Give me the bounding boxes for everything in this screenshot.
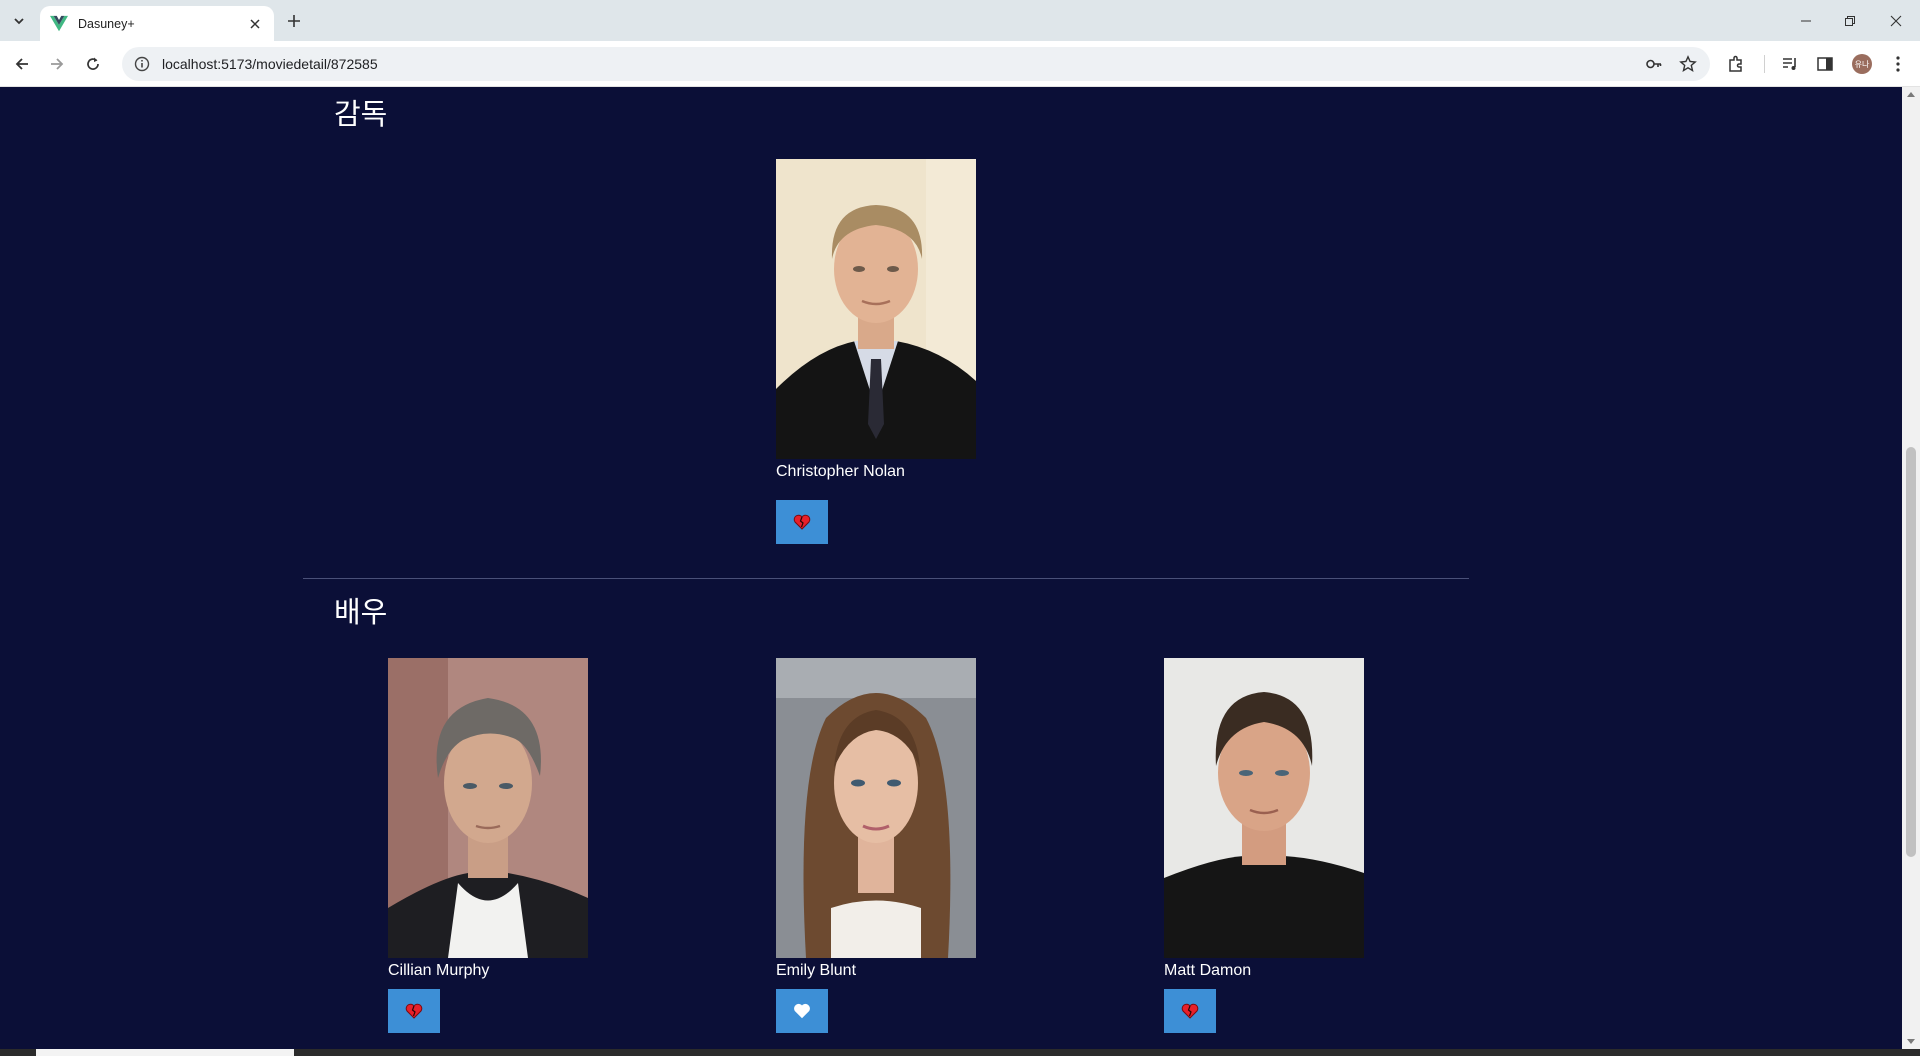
taskbar-strip xyxy=(0,1049,1920,1056)
url-text: localhost:5173/moviedetail/872585 xyxy=(162,56,378,72)
person-portrait-image xyxy=(776,658,976,958)
heart-outline-icon xyxy=(794,1004,810,1019)
actor-photo[interactable] xyxy=(1164,658,1364,958)
broken-heart-icon xyxy=(405,1003,423,1019)
broken-heart-icon xyxy=(1181,1003,1199,1019)
person-name: Cillian Murphy xyxy=(388,962,490,979)
person-name: Emily Blunt xyxy=(776,962,857,979)
browser-tab[interactable]: Dasuney+ xyxy=(40,6,274,41)
taskbar-item xyxy=(36,1049,294,1056)
site-info-icon[interactable] xyxy=(134,56,150,72)
vue-logo-icon xyxy=(50,15,68,31)
close-icon xyxy=(1890,15,1902,26)
like-button[interactable] xyxy=(776,989,828,1033)
like-button[interactable] xyxy=(388,989,440,1033)
tab-title: Dasuney+ xyxy=(78,16,135,31)
person-card-director[interactable]: Christopher Nolan xyxy=(776,159,976,544)
close-window-button[interactable] xyxy=(1872,0,1920,41)
plus-icon xyxy=(288,15,300,27)
back-button[interactable] xyxy=(8,50,36,78)
arrow-right-icon xyxy=(51,58,64,70)
actor-photo[interactable] xyxy=(776,658,976,958)
reload-icon xyxy=(87,57,99,70)
media-control-icon[interactable] xyxy=(1778,52,1802,76)
profile-avatar[interactable]: 유나 xyxy=(1852,54,1872,74)
person-card-actor[interactable]: Emily Blunt xyxy=(776,658,976,1033)
person-card-actor[interactable]: Matt Damon xyxy=(1164,658,1364,1033)
person-name: Christopher Nolan xyxy=(776,463,905,480)
scroll-down-arrow-icon[interactable] xyxy=(1907,1039,1915,1044)
password-key-icon[interactable] xyxy=(1642,52,1666,76)
new-tab-button[interactable] xyxy=(282,9,306,33)
side-panel-icon[interactable] xyxy=(1813,52,1837,76)
broken-heart-icon xyxy=(793,514,811,530)
tab-search-button[interactable] xyxy=(6,8,32,34)
directors-title: 감독 xyxy=(334,99,388,131)
minimize-button[interactable] xyxy=(1782,0,1830,41)
scrollbar-thumb[interactable] xyxy=(1906,447,1916,857)
page-content: 감독 Christopher Nolan 배우 Cillian Murphy E… xyxy=(0,87,1902,1049)
address-bar[interactable]: localhost:5173/moviedetail/872585 xyxy=(122,47,1710,81)
arrow-left-icon xyxy=(15,58,28,70)
scroll-up-arrow-icon[interactable] xyxy=(1907,92,1915,97)
bookmark-star-icon[interactable] xyxy=(1676,52,1700,76)
vertical-scrollbar[interactable] xyxy=(1902,87,1920,1049)
like-button[interactable] xyxy=(776,500,828,544)
director-photo[interactable] xyxy=(776,159,976,459)
toolbar-separator xyxy=(1764,55,1765,73)
restore-icon xyxy=(1845,15,1855,26)
section-divider xyxy=(303,578,1469,579)
reload-button[interactable] xyxy=(79,50,107,78)
person-portrait-image xyxy=(776,159,976,459)
close-tab-icon[interactable] xyxy=(246,15,264,33)
minimize-icon xyxy=(1801,20,1811,21)
chevron-down-icon xyxy=(14,18,24,25)
tab-bar: Dasuney+ xyxy=(0,0,1920,41)
person-portrait-image xyxy=(1164,658,1364,958)
extensions-icon[interactable] xyxy=(1724,52,1748,76)
restore-button[interactable] xyxy=(1826,0,1874,41)
actor-photo[interactable] xyxy=(388,658,588,958)
like-button[interactable] xyxy=(1164,989,1216,1033)
person-card-actor[interactable]: Cillian Murphy xyxy=(388,658,588,1033)
browser-toolbar: localhost:5173/moviedetail/872585 유나 xyxy=(0,41,1920,87)
person-portrait-image xyxy=(388,658,588,958)
forward-button[interactable] xyxy=(43,50,71,78)
actors-title: 배우 xyxy=(334,597,388,629)
more-menu-icon[interactable] xyxy=(1886,52,1910,76)
person-name: Matt Damon xyxy=(1164,962,1252,979)
